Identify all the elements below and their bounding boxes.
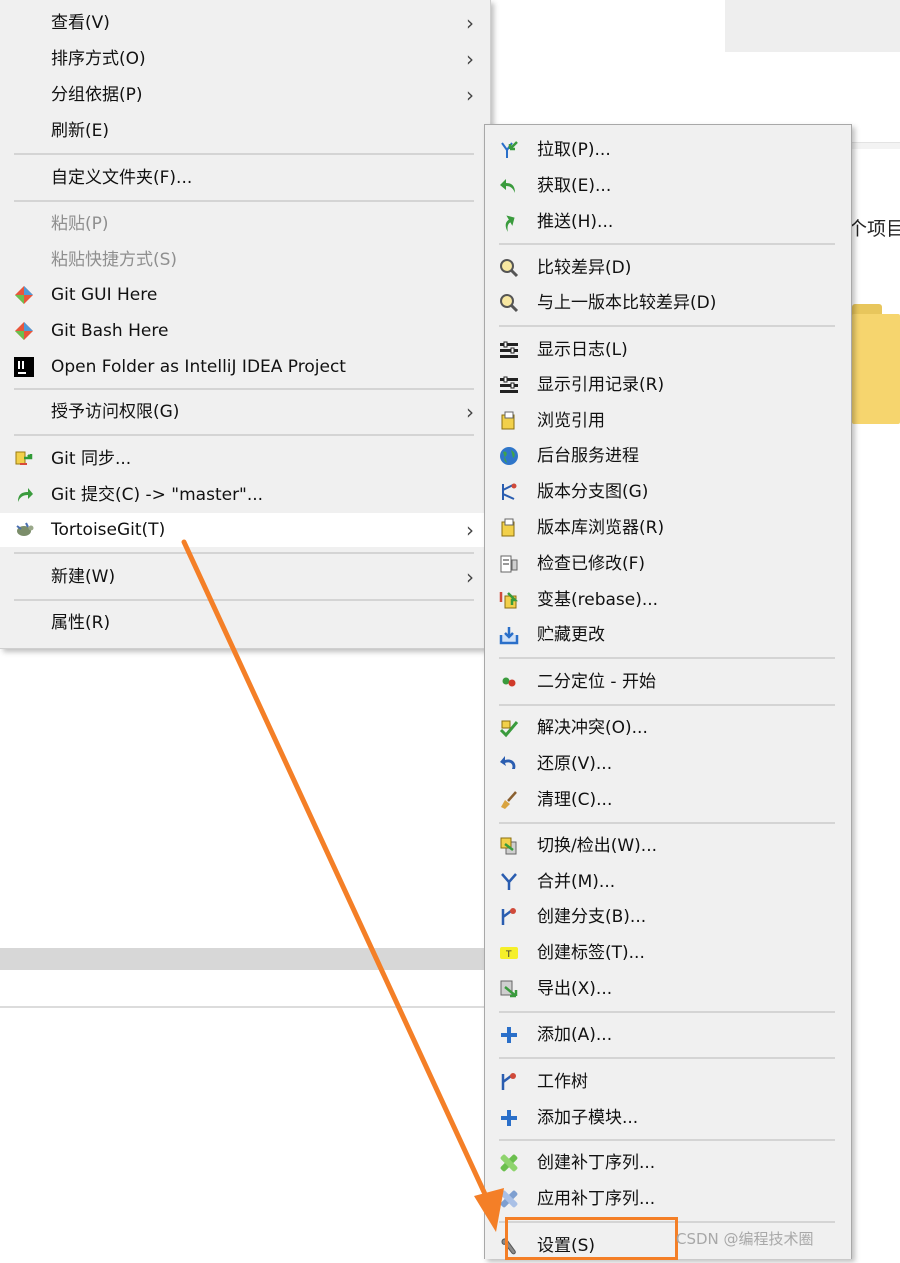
watermark: CSDN @编程技术圈 <box>676 1230 814 1248</box>
annotation-arrow <box>181 539 504 1232</box>
settings-highlight-box <box>505 1217 678 1260</box>
